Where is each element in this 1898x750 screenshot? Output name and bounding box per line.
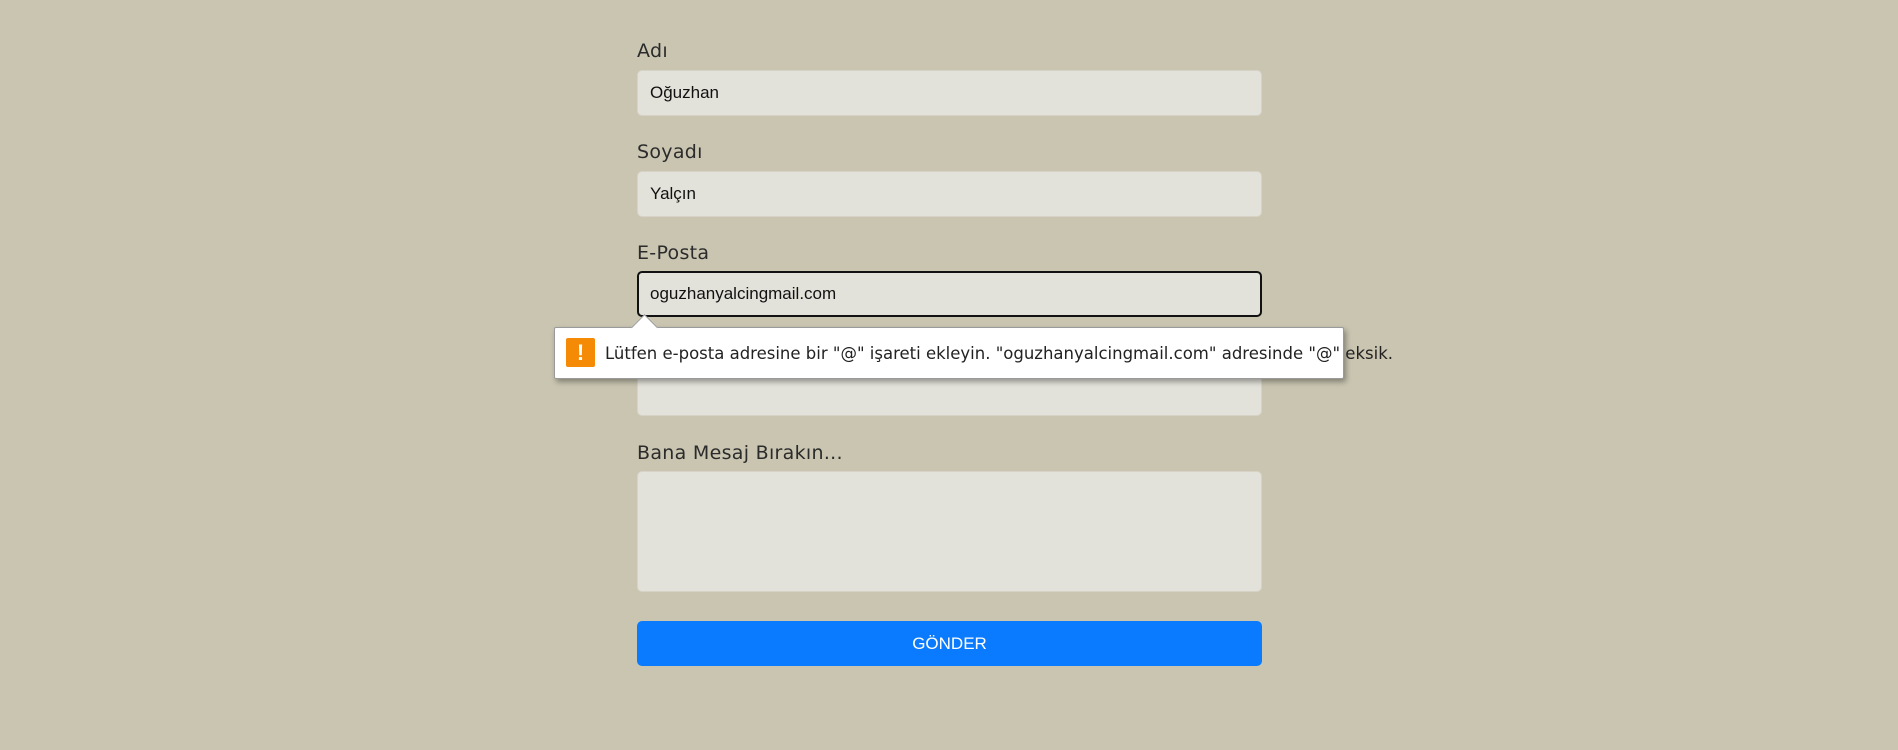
email-label: E-Posta — [637, 242, 710, 264]
message-textarea[interactable] — [637, 471, 1262, 592]
first-name-label: Adı — [637, 40, 668, 62]
last-name-label: Soyadı — [637, 141, 703, 163]
validation-message: Lütfen e-posta adresine bir "@" işareti … — [605, 344, 1393, 363]
validation-tooltip: ! Lütfen e-posta adresine bir "@" işaret… — [554, 314, 1393, 379]
submit-button[interactable]: GÖNDER — [637, 621, 1262, 666]
email-input[interactable]: oguzhanyalcingmail.com — [637, 271, 1262, 317]
last-name-input[interactable]: Yalçın — [637, 171, 1262, 217]
message-label: Bana Mesaj Bırakın... — [637, 442, 843, 464]
warning-icon: ! — [566, 338, 595, 367]
first-name-input[interactable]: Oğuzhan — [637, 70, 1262, 116]
